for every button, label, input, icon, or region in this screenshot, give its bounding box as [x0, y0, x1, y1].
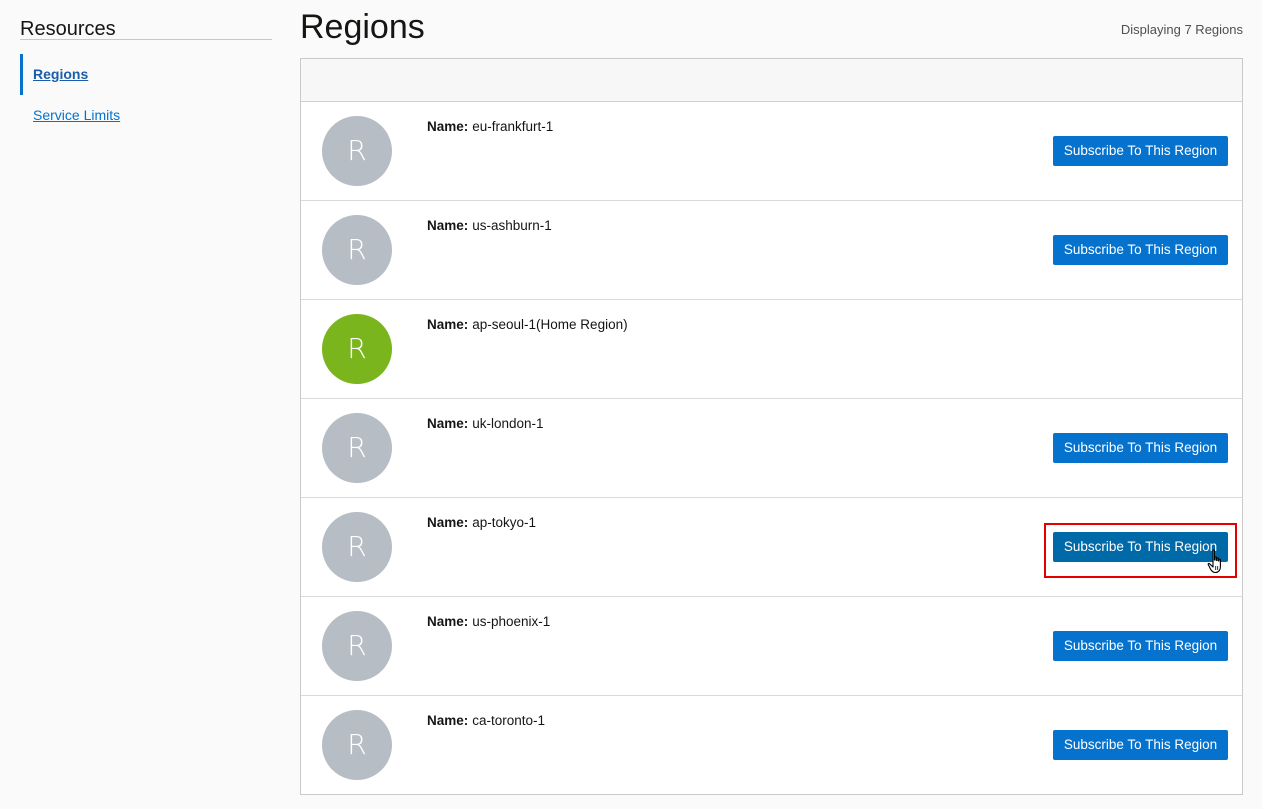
- sidebar-item-service-limits[interactable]: Service Limits: [20, 95, 272, 136]
- sidebar-title: Resources: [20, 0, 272, 40]
- region-name: Name: eu-frankfurt-1: [427, 119, 553, 134]
- region-name-label: Name:: [427, 218, 469, 233]
- sidebar-link-service-limits[interactable]: Service Limits: [33, 107, 120, 123]
- page-title: Regions: [300, 8, 425, 46]
- region-name-value: uk-london-1: [472, 416, 544, 431]
- region-avatar: R: [322, 413, 392, 483]
- page-header: Regions Displaying 7 Regions: [300, 0, 1243, 58]
- region-name-value: us-phoenix-1: [472, 614, 551, 629]
- sidebar-nav: Regions Service Limits: [20, 54, 272, 136]
- region-name-value: ap-seoul-1(Home Region): [472, 317, 628, 332]
- display-count: Displaying 7 Regions: [1120, 22, 1243, 37]
- subscribe-button[interactable]: Subscribe To This Region: [1053, 631, 1228, 661]
- region-name-label: Name:: [427, 515, 469, 530]
- region-name: Name: ca-toronto-1: [427, 713, 545, 728]
- region-avatar: R: [322, 710, 392, 780]
- subscribe-button[interactable]: Subscribe To This Region: [1053, 235, 1228, 265]
- regions-list: R Name: eu-frankfurt-1 Subscribe To This …: [300, 58, 1243, 795]
- region-avatar: R: [322, 611, 392, 681]
- sidebar-item-regions[interactable]: Regions: [20, 54, 272, 95]
- region-row: R Name: us-ashburn-1 Subscribe To This Re…: [301, 201, 1242, 300]
- region-name-label: Name:: [427, 614, 469, 629]
- region-avatar-home: R: [322, 314, 392, 384]
- region-row: R Name: uk-london-1 Subscribe To This Reg…: [301, 399, 1242, 498]
- sidebar-link-regions[interactable]: Regions: [33, 66, 88, 82]
- region-row: R Name: us-phoenix-1 Subscribe To This Re…: [301, 597, 1242, 696]
- main-content: Regions Displaying 7 Regions R Name: eu-f…: [300, 0, 1243, 795]
- region-row: R Name: ca-toronto-1 Subscribe To This Re…: [301, 696, 1242, 794]
- region-name-label: Name:: [427, 317, 469, 332]
- region-name-value: ap-tokyo-1: [472, 515, 537, 530]
- region-row: R Name: eu-frankfurt-1 Subscribe To This …: [301, 102, 1242, 201]
- region-name-value: us-ashburn-1: [472, 218, 552, 233]
- subscribe-button-tokyo[interactable]: Subscribe To This Region: [1053, 532, 1228, 562]
- region-name-value: eu-frankfurt-1: [472, 119, 554, 134]
- region-avatar: R: [322, 512, 392, 582]
- region-name: Name: us-ashburn-1: [427, 218, 552, 233]
- region-row: R Name: ap-tokyo-1 Subscribe To This Regi…: [301, 498, 1242, 597]
- region-name: Name: us-phoenix-1: [427, 614, 550, 629]
- region-name: Name: ap-seoul-1(Home Region): [427, 317, 628, 332]
- region-name-label: Name:: [427, 713, 469, 728]
- subscribe-button[interactable]: Subscribe To This Region: [1053, 136, 1228, 166]
- region-avatar: R: [322, 116, 392, 186]
- region-row-home: R Name: ap-seoul-1(Home Region): [301, 300, 1242, 399]
- region-name-value: ca-toronto-1: [472, 713, 546, 728]
- region-name: Name: ap-tokyo-1: [427, 515, 536, 530]
- region-name-label: Name:: [427, 416, 469, 431]
- subscribe-button[interactable]: Subscribe To This Region: [1053, 433, 1228, 463]
- region-avatar: R: [322, 215, 392, 285]
- resources-sidebar: Resources Regions Service Limits: [20, 0, 272, 136]
- subscribe-button[interactable]: Subscribe To This Region: [1053, 730, 1228, 760]
- list-toolbar: [301, 59, 1242, 102]
- region-name-label: Name:: [427, 119, 469, 134]
- region-name: Name: uk-london-1: [427, 416, 544, 431]
